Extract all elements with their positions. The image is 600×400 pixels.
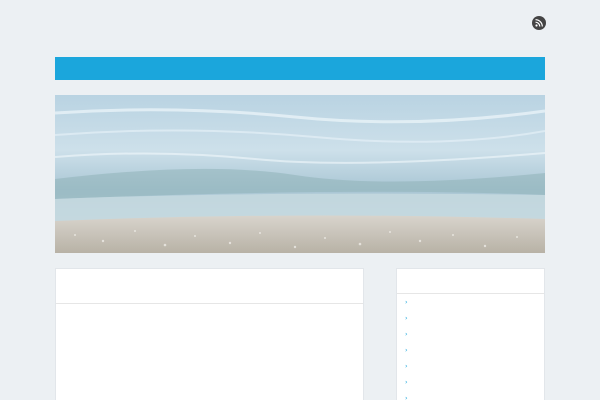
- post-card: [55, 268, 364, 400]
- hero-image: [55, 95, 545, 253]
- sidebar-link[interactable]: ›: [405, 314, 410, 330]
- chevron-right-icon: ›: [405, 346, 408, 354]
- sidebar-link-list: › › › › › › ›: [405, 298, 410, 400]
- sidebar-widget: › › › › › › ›: [396, 268, 545, 400]
- rss-icon[interactable]: [532, 16, 546, 30]
- sidebar-link[interactable]: ›: [405, 346, 410, 362]
- chevron-right-icon: ›: [405, 362, 408, 370]
- post-divider: [56, 303, 363, 304]
- sidebar-link[interactable]: ›: [405, 362, 410, 378]
- chevron-right-icon: ›: [405, 298, 408, 306]
- sidebar-link[interactable]: ›: [405, 394, 410, 400]
- chevron-right-icon: ›: [405, 394, 408, 400]
- sidebar-link[interactable]: ›: [405, 330, 410, 346]
- sidebar-divider: [397, 293, 544, 294]
- chevron-right-icon: ›: [405, 330, 408, 338]
- chevron-right-icon: ›: [405, 314, 408, 322]
- sidebar-link[interactable]: ›: [405, 298, 410, 314]
- post-body: [63, 312, 353, 318]
- chevron-right-icon: ›: [405, 378, 408, 386]
- main-nav: [55, 57, 545, 80]
- sidebar-link[interactable]: ›: [405, 378, 410, 394]
